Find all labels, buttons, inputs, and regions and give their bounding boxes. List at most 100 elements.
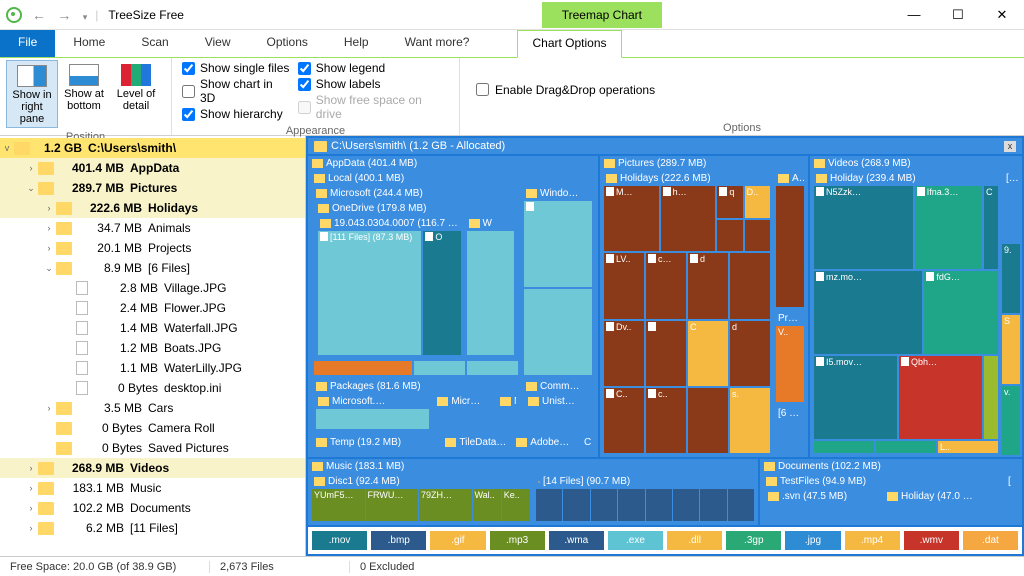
folder-icon: [38, 182, 54, 195]
tm-videos[interactable]: Videos (268.9 MB) Holiday (239.4 MB) N5Z…: [810, 156, 1022, 457]
tree-row[interactable]: ›268.9 MBVideos: [0, 458, 305, 478]
tree-row[interactable]: 1.4 MBWaterfall.JPG: [0, 318, 305, 338]
tm-music[interactable]: Music (183.1 MB) Disc1 (92.4 MB) YUmF5… …: [308, 459, 758, 525]
legend-item[interactable]: .exe: [608, 531, 663, 550]
tree-row[interactable]: ›183.1 MBMusic: [0, 478, 305, 498]
chk-freespace: Show free space on drive: [294, 92, 453, 122]
chk-3d[interactable]: Show chart in 3D: [178, 76, 294, 106]
minimize-button[interactable]: —: [892, 0, 936, 30]
file-icon: [76, 361, 88, 375]
tree-row[interactable]: 2.8 MBVillage.JPG: [0, 278, 305, 298]
legend-item[interactable]: .dll: [667, 531, 722, 550]
menu-help[interactable]: Help: [326, 30, 387, 57]
tree-row[interactable]: 0 BytesCamera Roll: [0, 418, 305, 438]
show-right-pane-button[interactable]: Show in right pane: [6, 60, 58, 128]
tree-row[interactable]: ⌄289.7 MBPictures: [0, 178, 305, 198]
file-icon: [76, 281, 88, 295]
tree-row[interactable]: ›222.6 MBHolidays: [0, 198, 305, 218]
level-detail-button[interactable]: Level of detail: [110, 60, 162, 128]
tree-row[interactable]: 2.4 MBFlower.JPG: [0, 298, 305, 318]
directory-tree[interactable]: v 1.2 GB C:\Users\smith\ ›401.4 MBAppDat…: [0, 136, 306, 556]
ribbon: Show in right pane Show at bottom Level …: [0, 58, 1024, 136]
status-excluded: 0 Excluded: [350, 561, 424, 573]
tm-pictures[interactable]: Pictures (289.7 MB) Holidays (222.6 MB) …: [600, 156, 808, 457]
treemap-panel: C:\Users\smith\ (1.2 GB - Allocated) x A…: [306, 136, 1024, 556]
status-bar: Free Space: 20.0 GB (of 38.9 GB) 2,673 F…: [0, 556, 1024, 576]
tree-root[interactable]: v 1.2 GB C:\Users\smith\: [0, 138, 305, 158]
folder-icon: [56, 442, 72, 455]
folder-icon: [314, 141, 327, 152]
tree-row[interactable]: 0 Bytesdesktop.ini: [0, 378, 305, 398]
context-tab-header: Treemap Chart: [542, 2, 662, 28]
group-label: Options: [460, 121, 1024, 135]
menu-options[interactable]: Options: [249, 30, 326, 57]
legend-item[interactable]: .mov: [312, 531, 367, 550]
tree-row[interactable]: 0 BytesSaved Pictures: [0, 438, 305, 458]
chk-single-files[interactable]: Show single files: [178, 60, 294, 76]
tree-row[interactable]: ›6.2 MB[11 Files]: [0, 518, 305, 538]
back-button[interactable]: ←: [28, 7, 50, 23]
chk-labels[interactable]: Show labels: [294, 76, 453, 92]
file-icon: [425, 232, 433, 241]
tm-appdata[interactable]: AppData (401.4 MB) Local (400.1 MB) Micr…: [308, 156, 598, 457]
folder-icon: [38, 462, 54, 475]
folder-icon: [14, 142, 30, 155]
chk-legend[interactable]: Show legend: [294, 60, 453, 76]
treemap-header: C:\Users\smith\ (1.2 GB - Allocated) x: [308, 138, 1022, 154]
folder-icon: [56, 422, 72, 435]
menu-view[interactable]: View: [187, 30, 249, 57]
tree-row[interactable]: ›34.7 MBAnimals: [0, 218, 305, 238]
tree-row[interactable]: ›3.5 MBCars: [0, 398, 305, 418]
pane-bottom-icon: [69, 64, 99, 86]
legend-item[interactable]: .mp4: [845, 531, 900, 550]
legend-item[interactable]: .jpg: [785, 531, 840, 550]
tree-row[interactable]: ›401.4 MBAppData: [0, 158, 305, 178]
menu-home[interactable]: Home: [55, 30, 123, 57]
legend-item[interactable]: .dat: [963, 531, 1018, 550]
chk-hierarchy[interactable]: Show hierarchy: [178, 106, 294, 122]
folder-icon: [38, 482, 54, 495]
menu-scan[interactable]: Scan: [123, 30, 186, 57]
tree-row[interactable]: 1.1 MBWaterLilly.JPG: [0, 358, 305, 378]
folder-icon: [56, 202, 72, 215]
close-button[interactable]: ✕: [980, 0, 1024, 30]
legend-item[interactable]: .wma: [549, 531, 604, 550]
legend-item[interactable]: .bmp: [371, 531, 426, 550]
status-free: Free Space: 20.0 GB (of 38.9 GB): [0, 561, 210, 573]
folder-icon: [38, 522, 54, 535]
menu-wantmore[interactable]: Want more?: [387, 30, 488, 57]
title-bar: ← → ▾ | TreeSize Free Treemap Chart — ☐ …: [0, 0, 1024, 30]
legend-item[interactable]: .gif: [430, 531, 485, 550]
folder-icon: [38, 502, 54, 515]
legend-item[interactable]: .mp3: [490, 531, 545, 550]
tree-row[interactable]: ›20.1 MBProjects: [0, 238, 305, 258]
tree-row[interactable]: ⌄8.9 MB[6 Files]: [0, 258, 305, 278]
tree-row[interactable]: 1.2 MBBoats.JPG: [0, 338, 305, 358]
folder-icon: [56, 402, 72, 415]
tm-documents[interactable]: Documents (102.2 MB) TestFiles (94.9 MB)…: [760, 459, 1022, 525]
nav-arrows: ← → ▾: [28, 7, 91, 23]
close-icon[interactable]: x: [1004, 141, 1016, 152]
folder-icon: [56, 242, 72, 255]
file-icon: [76, 301, 88, 315]
maximize-button[interactable]: ☐: [936, 0, 980, 30]
folder-icon: [56, 262, 72, 275]
extension-legend: .mov.bmp.gif .mp3.wma.exe.dll.3gp.jpg .mp4…: [308, 527, 1022, 554]
file-menu[interactable]: File: [0, 30, 55, 57]
folder-icon: [56, 222, 72, 235]
legend-item[interactable]: .wmv: [904, 531, 959, 550]
forward-button[interactable]: →: [53, 7, 75, 23]
tree-row[interactable]: ›102.2 MBDocuments: [0, 498, 305, 518]
level-icon: [121, 64, 151, 86]
dropdown-icon[interactable]: ▾: [79, 12, 92, 22]
app-title: TreeSize Free: [108, 8, 184, 22]
show-bottom-button[interactable]: Show at bottom: [58, 60, 110, 128]
file-icon: [76, 321, 88, 335]
folder-icon: [38, 162, 54, 175]
tab-chart-options[interactable]: Chart Options: [517, 30, 621, 58]
status-files: 2,673 Files: [210, 561, 350, 573]
file-icon: [76, 341, 88, 355]
legend-item[interactable]: .3gp: [726, 531, 781, 550]
chk-dragdrop[interactable]: Enable Drag&Drop operations: [466, 60, 665, 119]
pane-right-icon: [17, 65, 47, 87]
